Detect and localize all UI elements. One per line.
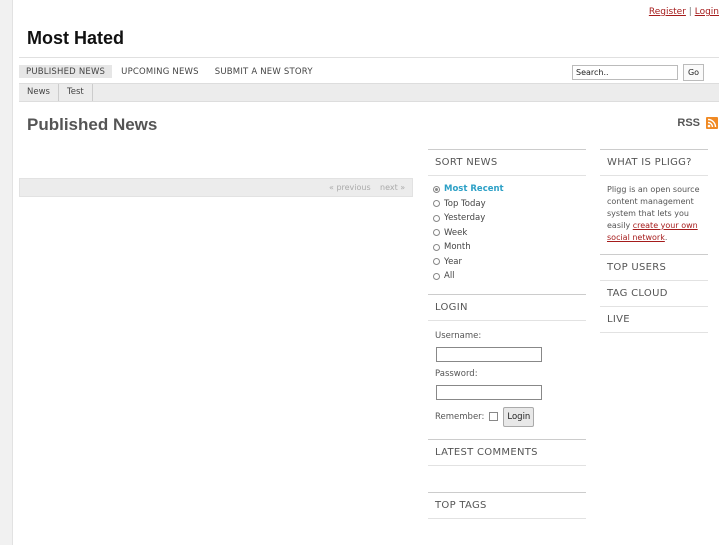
radio-icon[interactable] <box>433 185 440 193</box>
register-link[interactable]: Register <box>649 7 686 17</box>
rss-label: RSS <box>677 117 700 129</box>
radio-icon[interactable] <box>433 243 440 251</box>
login-button[interactable]: Login <box>503 406 535 427</box>
search-input[interactable] <box>572 65 678 80</box>
radio-icon[interactable] <box>433 200 440 208</box>
radio-icon[interactable] <box>433 272 440 280</box>
rss-link[interactable]: RSS <box>677 117 718 129</box>
sort-option-week[interactable]: Week <box>433 226 581 241</box>
sort-options: Most Recent Top Today Yesterday Week Mon… <box>428 176 586 294</box>
radio-icon[interactable] <box>433 229 440 237</box>
live-title[interactable]: LIVE <box>600 307 708 333</box>
about-text-end: . <box>664 233 668 242</box>
username-label: Username: <box>435 330 482 341</box>
sort-option-most-recent[interactable]: Most Recent <box>433 182 581 197</box>
username-field[interactable] <box>436 346 542 362</box>
nav-submit-story[interactable]: SUBMIT A NEW STORY <box>208 65 320 78</box>
latest-comments-title[interactable]: LATEST COMMENTS <box>428 438 586 466</box>
password-label: Password: <box>435 368 478 379</box>
sort-news-title: SORT NEWS <box>428 149 586 176</box>
top-links-separator: | <box>688 7 692 17</box>
sort-option-top-today[interactable]: Top Today <box>433 197 581 212</box>
nav-upcoming-news[interactable]: UPCOMING NEWS <box>114 65 206 78</box>
remember-checkbox[interactable] <box>489 412 499 421</box>
about-pligg-title: WHAT IS PLIGG? <box>600 149 708 176</box>
password-field[interactable] <box>436 384 542 400</box>
pagination-bar: « previous next » <box>19 178 413 197</box>
header-divider <box>19 57 719 58</box>
middle-sidebar: SORT NEWS Most Recent Top Today Yesterda… <box>428 149 586 519</box>
rss-icon <box>706 117 718 129</box>
sort-option-label: Yesterday <box>444 213 486 224</box>
nav-published-news[interactable]: PUBLISHED NEWS <box>19 65 113 78</box>
category-subnav: News Test <box>19 83 719 102</box>
latest-comments-body <box>428 466 586 492</box>
tag-cloud-title[interactable]: TAG CLOUD <box>600 281 708 307</box>
remember-label: Remember: <box>435 411 485 422</box>
category-test[interactable]: Test <box>59 84 93 101</box>
login-form: Username: Password: Remember: Login <box>428 321 586 439</box>
right-sidebar: WHAT IS PLIGG? Pligg is an open source c… <box>600 149 708 333</box>
sort-option-label: Top Today <box>444 198 486 209</box>
radio-icon[interactable] <box>433 258 440 266</box>
radio-icon[interactable] <box>433 214 440 222</box>
page-title: Published News <box>27 115 158 134</box>
sort-option-all[interactable]: All <box>433 269 581 284</box>
sort-option-year[interactable]: Year <box>433 255 581 270</box>
sort-option-label: All <box>444 271 455 282</box>
top-users-title[interactable]: TOP USERS <box>600 254 708 281</box>
previous-page-link[interactable]: « previous <box>329 183 371 192</box>
category-news[interactable]: News <box>19 84 59 101</box>
remember-row: Remember: Login <box>435 406 579 427</box>
sort-option-label: Month <box>444 242 471 253</box>
login-link[interactable]: Login <box>695 7 719 17</box>
site-title[interactable]: Most Hated <box>27 28 124 49</box>
sort-option-yesterday[interactable]: Yesterday <box>433 211 581 226</box>
sort-option-month[interactable]: Month <box>433 240 581 255</box>
sort-option-label: Year <box>444 256 462 267</box>
sort-option-label: Week <box>444 227 468 238</box>
search-go-button[interactable]: Go <box>683 64 704 81</box>
top-links: Register | Login <box>649 7 719 17</box>
main-nav: PUBLISHED NEWS UPCOMING NEWS SUBMIT A NE… <box>19 65 322 78</box>
page: Register | Login Most Hated PUBLISHED NE… <box>12 0 727 545</box>
top-tags-title[interactable]: TOP TAGS <box>428 491 586 519</box>
login-title: LOGIN <box>428 293 586 321</box>
about-pligg-text: Pligg is an open source content manageme… <box>600 176 708 254</box>
sort-option-label: Most Recent <box>444 184 504 195</box>
next-page-link[interactable]: next » <box>380 183 405 192</box>
